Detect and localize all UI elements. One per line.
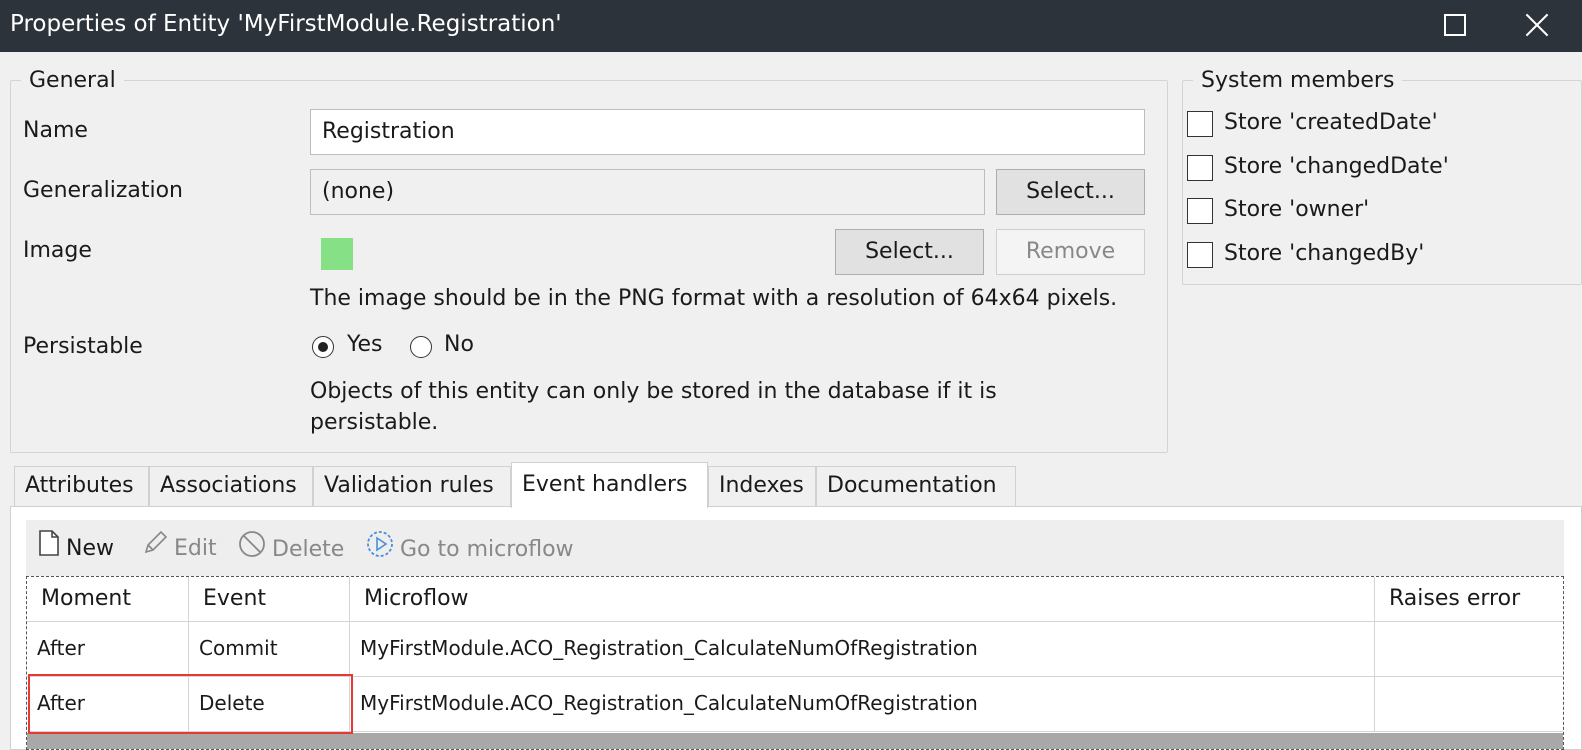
new-button-label: New bbox=[66, 536, 114, 561]
store-owner-label[interactable]: Store 'owner' bbox=[1224, 197, 1369, 222]
system-members-legend: System members bbox=[1201, 68, 1395, 93]
event-handlers-grid: Moment Event Microflow Raises error Afte… bbox=[26, 576, 1564, 750]
image-remove-button[interactable]: Remove bbox=[996, 229, 1145, 275]
tab-attributes[interactable]: Attributes bbox=[14, 466, 149, 506]
tab-event-handlers[interactable]: Event handlers bbox=[511, 462, 708, 508]
tab-indexes[interactable]: Indexes bbox=[708, 466, 816, 506]
cell-moment: After bbox=[27, 676, 189, 731]
new-document-icon bbox=[38, 530, 60, 568]
go-to-microflow-label: Go to microflow bbox=[400, 537, 574, 562]
column-header-event[interactable]: Event bbox=[189, 577, 350, 621]
store-changeddate-label[interactable]: Store 'changedDate' bbox=[1224, 154, 1449, 179]
column-header-raises-error[interactable]: Raises error bbox=[1375, 577, 1563, 621]
persistable-label: Persistable bbox=[23, 334, 143, 359]
persistable-no-label[interactable]: No bbox=[444, 332, 474, 357]
event-handlers-toolbar: New Edit Delete Go to microflow bbox=[26, 520, 1564, 576]
image-select-button[interactable]: Select... bbox=[835, 229, 984, 275]
new-button[interactable]: New bbox=[38, 530, 114, 566]
grid-horizontal-scrollbar[interactable] bbox=[27, 733, 1563, 749]
store-createddate-checkbox[interactable] bbox=[1187, 111, 1213, 137]
store-changeddate-checkbox[interactable] bbox=[1187, 155, 1213, 181]
name-label: Name bbox=[23, 118, 88, 143]
delete-button[interactable]: Delete bbox=[238, 530, 344, 566]
cell-raises-error bbox=[1375, 676, 1563, 731]
close-icon[interactable] bbox=[1522, 10, 1552, 40]
cell-event: Delete bbox=[189, 676, 350, 731]
image-format-note: The image should be in the PNG format wi… bbox=[310, 286, 1118, 311]
generalization-select-button[interactable]: Select... bbox=[996, 169, 1145, 215]
go-to-microflow-button[interactable]: Go to microflow bbox=[366, 530, 574, 566]
cell-event: Commit bbox=[189, 621, 350, 676]
entity-image-preview bbox=[321, 238, 353, 270]
cell-moment: After bbox=[27, 621, 189, 676]
persistable-yes-radio[interactable] bbox=[312, 336, 334, 358]
edit-button-label: Edit bbox=[174, 536, 217, 561]
store-changedby-label[interactable]: Store 'changedBy' bbox=[1224, 241, 1424, 266]
play-circle-icon bbox=[366, 530, 394, 570]
delete-button-label: Delete bbox=[272, 537, 345, 562]
row-divider bbox=[27, 731, 1563, 732]
store-createddate-label[interactable]: Store 'createdDate' bbox=[1224, 110, 1438, 135]
store-owner-checkbox[interactable] bbox=[1187, 198, 1213, 224]
generalization-field: (none) bbox=[310, 169, 985, 215]
store-changedby-checkbox[interactable] bbox=[1187, 242, 1213, 268]
image-label: Image bbox=[23, 238, 92, 263]
general-legend: General bbox=[29, 68, 116, 93]
maximize-icon[interactable] bbox=[1444, 14, 1466, 36]
tab-associations[interactable]: Associations bbox=[149, 466, 313, 506]
persistable-note: Objects of this entity can only be store… bbox=[310, 376, 1155, 438]
window-title: Properties of Entity 'MyFirstModule.Regi… bbox=[10, 11, 562, 37]
persistable-yes-label[interactable]: Yes bbox=[347, 332, 383, 357]
edit-button[interactable]: Edit bbox=[142, 530, 217, 566]
column-header-microflow[interactable]: Microflow bbox=[350, 577, 1375, 621]
persistable-note-line1: Objects of this entity can only be store… bbox=[310, 379, 997, 404]
cell-microflow: MyFirstModule.ACO_Registration_Calculate… bbox=[350, 621, 1375, 676]
tab-documentation[interactable]: Documentation bbox=[816, 466, 1016, 506]
generalization-label: Generalization bbox=[23, 178, 183, 203]
title-bar: Properties of Entity 'MyFirstModule.Regi… bbox=[0, 0, 1582, 52]
persistable-no-radio[interactable] bbox=[410, 336, 432, 358]
pencil-icon bbox=[142, 530, 168, 568]
persistable-note-line2: persistable. bbox=[310, 410, 439, 435]
cell-raises-error bbox=[1375, 621, 1563, 676]
tab-validation-rules[interactable]: Validation rules bbox=[313, 466, 511, 506]
prohibited-icon bbox=[238, 530, 266, 570]
cell-microflow: MyFirstModule.ACO_Registration_Calculate… bbox=[350, 676, 1375, 731]
name-input[interactable]: Registration bbox=[310, 109, 1145, 155]
column-header-moment[interactable]: Moment bbox=[27, 577, 189, 621]
